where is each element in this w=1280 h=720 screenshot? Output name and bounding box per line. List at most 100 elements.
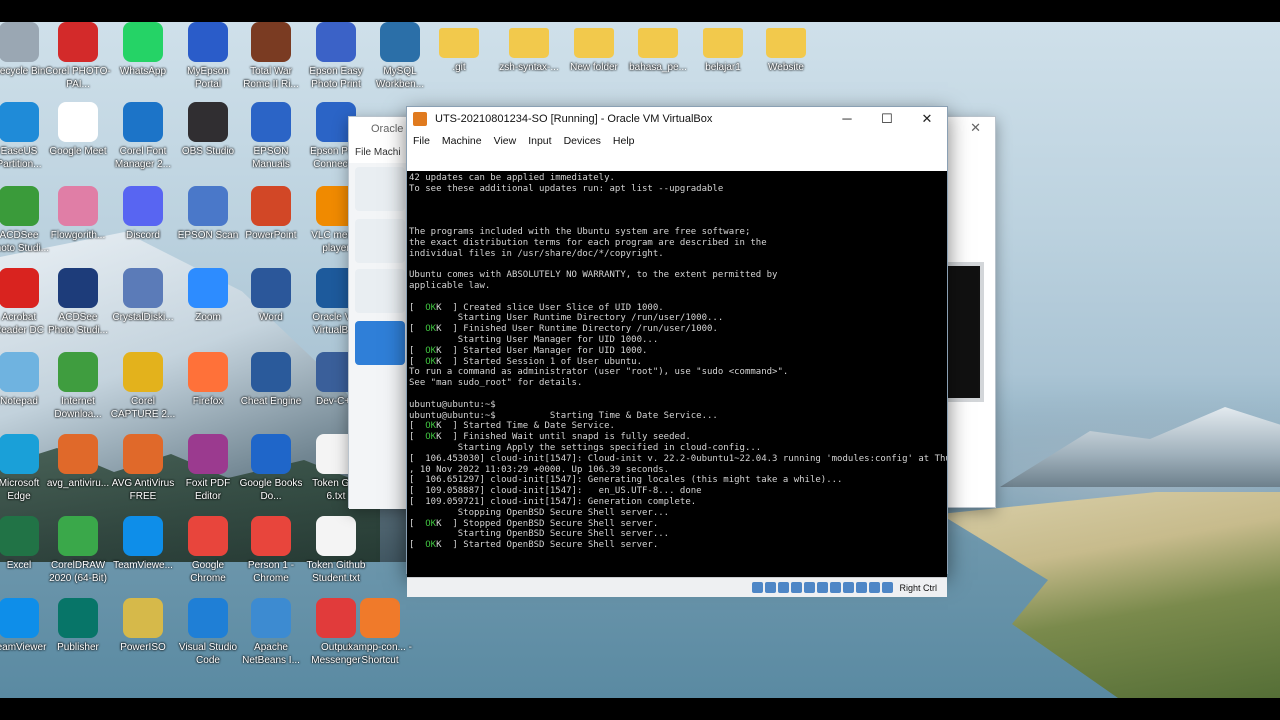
close-icon[interactable]: ✕ <box>907 107 947 131</box>
epson-manuals-icon <box>251 102 291 142</box>
manager-tools-item[interactable] <box>355 167 405 211</box>
desktop-icon[interactable]: EPSON Scan <box>175 186 241 242</box>
coreldraw-icon <box>58 516 98 556</box>
console-line: To see these additional updates run: apt… <box>409 183 724 194</box>
desktop-icon[interactable]: Foxit PDF Editor <box>175 434 241 503</box>
desktop-icon[interactable]: Flowgorith... <box>45 186 111 242</box>
folder-icon <box>703 28 743 58</box>
desktop-icon[interactable]: New folder <box>561 22 627 74</box>
firefox-icon <box>188 352 228 392</box>
console-line: [ 109.058887] cloud-init[1547]: en_US.UT… <box>409 486 702 497</box>
desktop-icon[interactable]: Epson Easy Photo Print <box>303 22 369 91</box>
network-status-icon[interactable] <box>791 582 803 593</box>
desktop-icon[interactable]: Corel PHOTO-PAI... <box>45 22 111 91</box>
desktop-icon-label: Google Meet <box>49 146 107 157</box>
desktop-icon[interactable]: AVG AntiVirus FREE <box>110 434 176 503</box>
desktop-icon[interactable]: Total War Rome II Ri... <box>238 22 304 91</box>
console-line: [ 106.651297] cloud-init[1547]: Generati… <box>409 475 843 486</box>
desktop-icon[interactable]: MySQL Workben... <box>367 22 433 91</box>
manager-vm-item[interactable] <box>355 269 405 313</box>
mouse-integration-icon[interactable] <box>869 582 881 593</box>
host-key-label[interactable]: Right Ctrl <box>899 583 937 593</box>
recording-status-icon[interactable] <box>843 582 855 593</box>
desktop-icon[interactable]: Google Books Do... <box>238 434 304 503</box>
xampp-icon <box>360 598 400 638</box>
desktop-icon[interactable]: avg_antiviru... <box>45 434 111 490</box>
vm-console[interactable]: 42 updates can be applied immediately. To… <box>407 171 947 577</box>
console-line: Ubuntu comes with ABSOLUTELY NO WARRANTY… <box>409 270 778 281</box>
desktop-icon-label: WhatsApp <box>119 66 167 77</box>
desktop-icon[interactable]: PowerPoint <box>238 186 304 242</box>
desktop-icon-label: AVG AntiVirus FREE <box>111 478 175 502</box>
manager-close-icon[interactable]: ✕ <box>970 120 981 136</box>
desktop-icon[interactable]: Discord <box>110 186 176 242</box>
notepad-icon <box>0 352 39 392</box>
desktop-icon[interactable]: OBS Studio <box>175 102 241 158</box>
desktop-icon[interactable]: Google Chrome <box>175 516 241 585</box>
desktop-icon[interactable]: .git <box>426 22 492 74</box>
menu-input[interactable]: Input <box>528 135 551 147</box>
desktop-icon[interactable]: Zoom <box>175 268 241 324</box>
audio-status-icon[interactable] <box>778 582 790 593</box>
display-status-icon[interactable] <box>830 582 842 593</box>
vm-menubar: File Machine View Input Devices Help <box>407 131 947 151</box>
desktop-icon[interactable]: PowerISO <box>110 598 176 654</box>
shared-folder-status-icon[interactable] <box>817 582 829 593</box>
desktop-icon[interactable]: Corel CAPTURE 2... <box>110 352 176 421</box>
desktop-icon[interactable]: Word <box>238 268 304 324</box>
manager-vm-item[interactable] <box>355 219 405 263</box>
cpu-status-icon[interactable] <box>856 582 868 593</box>
vm-window[interactable]: UTS-20210801234-SO [Running] - Oracle VM… <box>406 106 948 597</box>
desktop-icon[interactable]: Cheat Engine <box>238 352 304 408</box>
menu-file[interactable]: File <box>413 135 430 147</box>
console-line: , 10 Nov 2022 11:03:29 +0000. Up 106.39 … <box>409 464 670 475</box>
desktop-icon[interactable]: CrystalDiski... <box>110 268 176 324</box>
desktop-icon[interactable]: Apache NetBeans I... <box>238 598 304 667</box>
console-line: Starting User Manager for UID 1000... <box>409 334 659 345</box>
desktop-icon[interactable]: xampp-con... - Shortcut <box>347 598 413 667</box>
console-line: [ OKK ] Started Session 1 of User ubuntu… <box>409 356 643 367</box>
desktop-icon[interactable]: belajar1 <box>690 22 756 74</box>
manager-vm-item-selected[interactable] <box>355 321 405 365</box>
desktop-icon[interactable]: zsh-syntax-... <box>496 22 562 74</box>
optical-status-icon[interactable] <box>765 582 777 593</box>
desktop-icon-label: Website <box>768 62 804 73</box>
desktop-icon[interactable]: ACDSee Photo Studi... <box>45 268 111 337</box>
desktop-icon[interactable]: Publisher <box>45 598 111 654</box>
menu-help[interactable]: Help <box>613 135 635 147</box>
desktop-icon[interactable]: bahasa_pe... <box>625 22 691 74</box>
desktop-icon[interactable]: Visual Studio Code <box>175 598 241 667</box>
keyboard-capture-icon[interactable] <box>882 582 894 593</box>
manager-menu[interactable]: File Machi <box>355 147 401 158</box>
hdd-status-icon[interactable] <box>752 582 764 593</box>
maximize-icon[interactable]: ☐ <box>867 107 907 131</box>
desktop-icon-label: xampp-con... - Shortcut <box>348 642 412 666</box>
console-line: [ OKK ] Finished Wait until snapd is ful… <box>409 432 691 443</box>
desktop-icon-label: CorelDRAW 2020 (64-Bit) <box>49 560 107 584</box>
console-line: Stopping OpenBSD Secure Shell server... <box>409 507 670 518</box>
recycle-bin-icon <box>0 22 39 62</box>
desktop-icon[interactable]: Token Github Student.txt <box>303 516 369 585</box>
desktop-icon[interactable]: WhatsApp <box>110 22 176 78</box>
desktop-icon[interactable]: CorelDRAW 2020 (64-Bit) <box>45 516 111 585</box>
desktop-icon[interactable]: EPSON Manuals <box>238 102 304 171</box>
minimize-icon[interactable]: ─ <box>827 107 867 131</box>
desktop-icon[interactable]: Person 1 - Chrome <box>238 516 304 585</box>
desktop[interactable]: Recycle BinCorel PHOTO-PAI...WhatsAppMyE… <box>0 22 1280 698</box>
desktop-icon[interactable]: MyEpson Portal <box>175 22 241 91</box>
desktop-icon-label: CrystalDiski... <box>112 312 174 323</box>
desktop-icon[interactable]: Google Meet <box>45 102 111 158</box>
desktop-icon[interactable]: TeamViewe... <box>110 516 176 572</box>
menu-machine[interactable]: Machine <box>442 135 482 147</box>
desktop-icon[interactable]: Website <box>753 22 819 74</box>
menu-devices[interactable]: Devices <box>564 135 601 147</box>
desktop-icon[interactable]: Internet Downloa... <box>45 352 111 421</box>
usb-status-icon[interactable] <box>804 582 816 593</box>
acdsee-icon <box>0 186 39 226</box>
desktop-icon[interactable]: Corel Font Manager 2... <box>110 102 176 171</box>
vm-titlebar[interactable]: UTS-20210801234-SO [Running] - Oracle VM… <box>407 107 947 131</box>
desktop-icon[interactable]: Firefox <box>175 352 241 408</box>
desktop-icon-label: Token Github Student.txt <box>306 560 366 584</box>
desktop-icon-label: Foxit PDF Editor <box>185 478 231 502</box>
menu-view[interactable]: View <box>494 135 517 147</box>
